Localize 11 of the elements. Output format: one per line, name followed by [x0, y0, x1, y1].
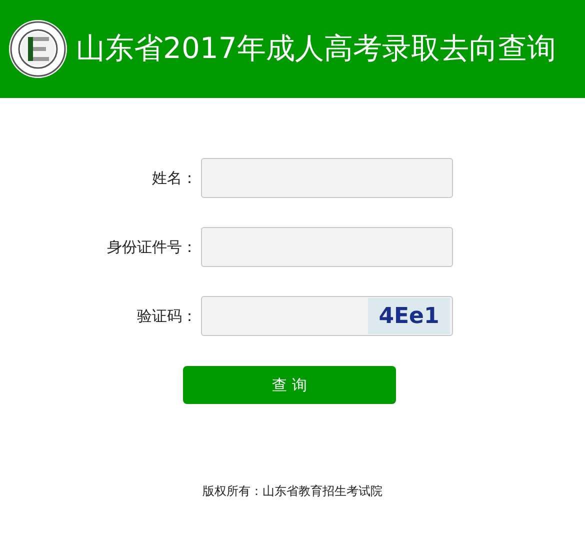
- field-label: 身份证件号：: [107, 238, 197, 256]
- input-field[interactable]: [201, 158, 453, 198]
- captcha-field[interactable]: 4Ee1: [201, 296, 453, 336]
- field-label: 验证码：: [137, 306, 197, 325]
- search-button[interactable]: 查 询: [183, 366, 396, 404]
- logo-icon: [8, 19, 68, 79]
- input-field[interactable]: [201, 227, 453, 267]
- copyright-text: 版权所有：山东省教育招生考试院: [202, 484, 382, 498]
- page-title: 山东省2017年成人高考录取去向查询: [76, 30, 556, 68]
- captcha-image[interactable]: 4Ee1: [368, 298, 450, 334]
- field-label: 姓名：: [152, 168, 197, 187]
